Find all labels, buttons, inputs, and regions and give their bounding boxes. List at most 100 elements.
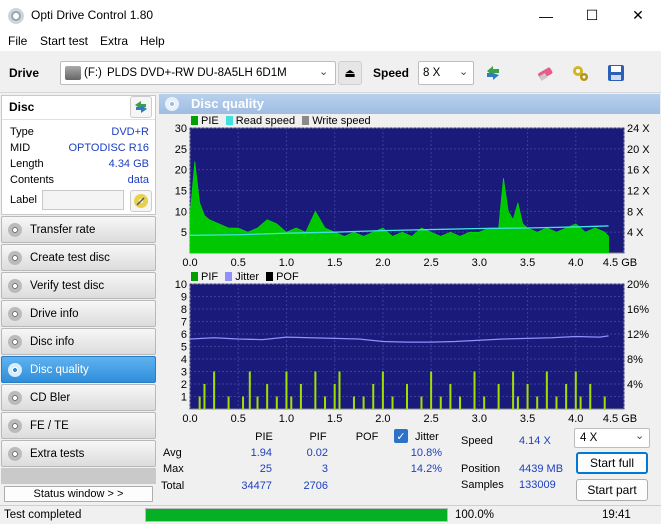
avg-pie: 1.94 xyxy=(250,447,272,459)
nav-extra-tests[interactable]: Extra tests xyxy=(1,440,156,467)
nav-create-test-disc[interactable]: Create test disc xyxy=(1,244,156,271)
nav-verify-test-disc[interactable]: Verify test disc xyxy=(1,272,156,299)
pif-bar xyxy=(203,384,206,409)
pif-bar xyxy=(555,396,558,409)
maximize-button[interactable]: ☐ xyxy=(569,0,615,31)
disc-icon xyxy=(8,446,22,461)
refresh-icon xyxy=(135,101,147,113)
speed-stat-value: 4.14 X xyxy=(519,435,551,447)
pif-bar xyxy=(213,371,216,409)
disc-icon xyxy=(8,334,22,349)
panel-title: Disc quality xyxy=(191,96,264,111)
x-tick-label: 0.5 xyxy=(231,257,246,267)
speed-select[interactable]: 8 X ⌄ xyxy=(418,61,474,85)
row-total-label: Total xyxy=(161,480,185,492)
refresh-icon xyxy=(487,66,499,80)
nav-transfer-rate[interactable]: Transfer rate xyxy=(1,216,156,243)
position-label: Position xyxy=(461,463,501,475)
header-pie: PIE xyxy=(255,431,273,443)
settings-button[interactable] xyxy=(568,61,592,85)
disc-icon xyxy=(8,222,22,237)
eject-button[interactable]: ⏏ xyxy=(338,61,362,85)
y2-tick-label: 12 X xyxy=(627,186,650,198)
menu-extra[interactable]: Extra xyxy=(100,34,128,48)
pif-bar xyxy=(579,396,582,409)
pif-bar xyxy=(439,396,442,409)
pif-bar xyxy=(266,384,269,409)
close-button[interactable]: ✕ xyxy=(615,0,661,31)
jitter-checkbox[interactable]: ✓ xyxy=(394,429,408,443)
menu-bar: File Start test Extra Help xyxy=(0,31,661,51)
test-speed-select[interactable]: 4 X ⌄ xyxy=(574,428,650,448)
nav-label: Extra tests xyxy=(30,447,85,460)
label-input[interactable] xyxy=(42,190,124,210)
disc-heading: Disc xyxy=(9,100,35,114)
label-edit-button[interactable] xyxy=(130,190,152,212)
menu-start-test[interactable]: Start test xyxy=(40,34,88,48)
nav-label: CD Bler xyxy=(30,391,71,404)
y2-tick-label: 8 X xyxy=(627,206,644,218)
y2-tick-label: 16% xyxy=(627,304,649,316)
erase-button[interactable] xyxy=(533,61,557,85)
x-tick-label: 1.0 xyxy=(279,257,294,267)
y-tick-label: 25 xyxy=(175,144,187,156)
y-tick-label: 3 xyxy=(181,367,187,379)
nav-label: Transfer rate xyxy=(30,223,96,236)
disc-refresh-button[interactable] xyxy=(130,96,152,118)
nav-cd-bler[interactable]: CD Bler xyxy=(1,384,156,411)
menu-help[interactable]: Help xyxy=(140,34,165,48)
label-key: Label xyxy=(10,194,37,206)
disc-icon xyxy=(8,250,22,265)
pif-bar xyxy=(362,396,365,409)
pif-bar xyxy=(589,384,592,409)
y2-tick-label: 24 X xyxy=(627,123,650,135)
x-tick-label: 4.5 GB xyxy=(603,413,637,423)
pif-bar xyxy=(290,396,293,409)
start-part-button[interactable]: Start part xyxy=(576,479,648,501)
row-avg-label: Avg xyxy=(163,447,182,459)
progress-fill xyxy=(146,509,447,521)
status-window-button[interactable]: Status window > > xyxy=(4,486,153,502)
refresh-button[interactable] xyxy=(481,61,505,85)
pif-bar xyxy=(430,371,433,409)
y2-tick-label: 8% xyxy=(627,354,643,366)
mid-value: OPTODISC R16 xyxy=(68,142,150,154)
header-pof: POF xyxy=(355,431,379,443)
nav-disc-quality[interactable]: Disc quality xyxy=(1,356,156,383)
drive-icon xyxy=(65,66,81,80)
pif-bar xyxy=(333,384,336,409)
app-icon xyxy=(8,8,24,24)
x-tick-label: 2.0 xyxy=(375,413,390,423)
pif-bar xyxy=(352,396,355,409)
drive-toolbar: Drive (F:) PLDS DVD+-RW DU-8A5LH 6D1M ⌄ … xyxy=(0,53,661,93)
save-button[interactable] xyxy=(604,61,628,85)
speed-label: Speed xyxy=(373,66,410,80)
disc-info-panel: Disc Type DVD+R MID OPTODISC R16 Length … xyxy=(1,95,156,215)
progress-bar xyxy=(145,508,448,522)
disc-icon xyxy=(8,390,22,405)
y-tick-label: 2 xyxy=(181,379,187,391)
start-full-button[interactable]: Start full xyxy=(576,452,648,474)
eraser-icon xyxy=(538,67,553,81)
pie-chart: 0.0 0.5 1.0 1.5 2.0 2.5 3.0 3.5 4.0 4.5 GB 30 25 20 1… xyxy=(175,123,651,267)
x-tick-label: 4.0 xyxy=(568,413,583,423)
nav-drive-info[interactable]: Drive info xyxy=(1,300,156,327)
pif-bar xyxy=(565,384,568,409)
menu-file[interactable]: File xyxy=(8,34,27,48)
drive-select[interactable]: (F:) PLDS DVD+-RW DU-8A5LH 6D1M ⌄ xyxy=(60,61,336,85)
minimize-button[interactable]: — xyxy=(523,0,569,31)
y-tick-label: 15 xyxy=(175,186,187,198)
status-text: Test completed xyxy=(4,509,82,521)
x-tick-label: 2.5 xyxy=(423,413,438,423)
contents-key: Contents xyxy=(10,174,55,186)
nav-disc-info[interactable]: Disc info xyxy=(1,328,156,355)
chevron-down-icon: ⌄ xyxy=(635,430,645,442)
pif-bar xyxy=(574,371,577,409)
contents-value: data xyxy=(127,174,149,186)
nav-fe-te[interactable]: FE / TE xyxy=(1,412,156,439)
pif-bar xyxy=(372,384,375,409)
pif-bar xyxy=(338,371,341,409)
y-tick-label: 1 xyxy=(181,392,187,404)
samples-label: Samples xyxy=(461,479,504,491)
sidebar-spacer xyxy=(1,468,156,484)
